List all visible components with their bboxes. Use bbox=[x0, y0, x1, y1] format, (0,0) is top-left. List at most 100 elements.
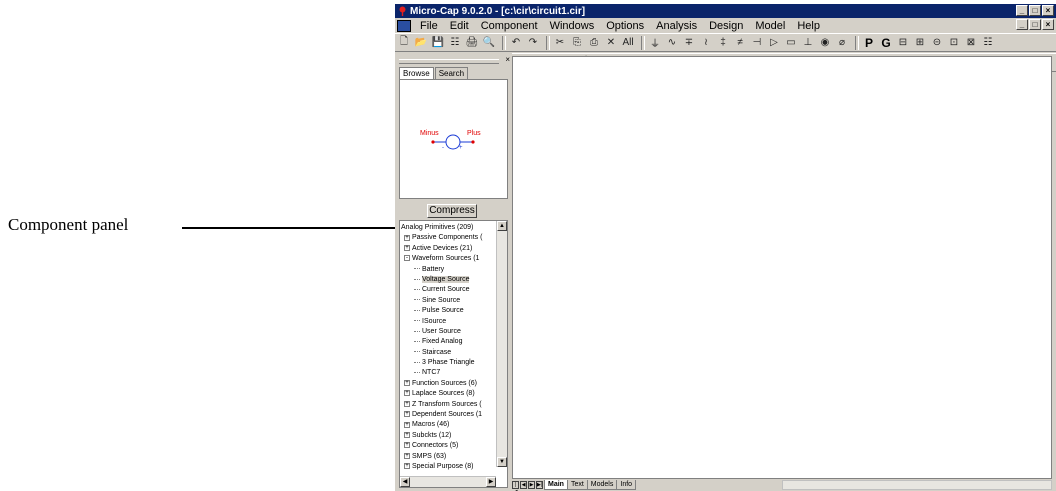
tree-item[interactable]: Staircase bbox=[400, 348, 495, 358]
canvas-horizontal-scrollbar[interactable] bbox=[782, 480, 1052, 490]
prev-sheet-button[interactable]: ◀ bbox=[520, 481, 527, 489]
sheet-tab-main[interactable]: Main bbox=[544, 480, 568, 490]
toolbar1-tool-icon[interactable]: 🗋 bbox=[397, 36, 411, 50]
toolbar1-tool-icon[interactable]: ☷ bbox=[448, 36, 462, 50]
menu-file[interactable]: File bbox=[414, 19, 444, 33]
tree-item[interactable]: Sine Source bbox=[400, 296, 495, 306]
tree-item[interactable]: - Waveform Sources (1 bbox=[400, 254, 495, 264]
doc-close-button[interactable]: × bbox=[1042, 19, 1054, 30]
minimize-button[interactable]: _ bbox=[1016, 5, 1028, 16]
toolbar1-tool-icon[interactable]: ⊞ bbox=[913, 36, 927, 50]
document-system-menu-icon[interactable] bbox=[397, 19, 411, 32]
expand-icon[interactable]: + bbox=[404, 390, 410, 397]
toolbar1-tool-icon[interactable]: ✂ bbox=[553, 36, 567, 50]
toolbar1-tool-icon[interactable]: ⌀ bbox=[835, 36, 849, 50]
toolbar1-tool-icon[interactable]: ⊡ bbox=[947, 36, 961, 50]
tree-vertical-scrollbar[interactable]: ▲ ▼ bbox=[496, 221, 507, 467]
tree-item[interactable]: Pulse Source bbox=[400, 306, 495, 316]
expand-icon[interactable]: + bbox=[404, 400, 410, 407]
probe-p-button[interactable]: P bbox=[862, 36, 876, 50]
maximize-button[interactable]: □ bbox=[1029, 5, 1041, 16]
expand-icon[interactable]: + bbox=[404, 442, 410, 449]
tree-item[interactable]: ISource bbox=[400, 317, 495, 327]
tree-item[interactable]: Current Source bbox=[400, 285, 495, 295]
expand-icon[interactable]: + bbox=[404, 431, 410, 438]
sheet-tab-info[interactable]: Info bbox=[616, 480, 637, 490]
toolbar1-tool-icon[interactable]: ▷ bbox=[767, 36, 781, 50]
tree-item[interactable]: Fixed Analog bbox=[400, 337, 495, 347]
toolbar1-tool-icon[interactable]: ∿ bbox=[665, 36, 679, 50]
expand-icon[interactable]: + bbox=[404, 421, 410, 428]
toolbar1-tool-icon[interactable]: ∓ bbox=[682, 36, 696, 50]
menu-analysis[interactable]: Analysis bbox=[650, 19, 703, 33]
menu-help[interactable]: Help bbox=[791, 19, 826, 33]
toolbar1-tool-icon[interactable]: ≀ bbox=[699, 36, 713, 50]
tree-item[interactable]: User Source bbox=[400, 327, 495, 337]
schematic-canvas[interactable] bbox=[512, 56, 1052, 479]
toolbar1-tool-icon[interactable]: ◉ bbox=[818, 36, 832, 50]
doc-minimize-button[interactable]: _ bbox=[1016, 19, 1028, 30]
toolbar1-tool-icon[interactable]: ✕ bbox=[604, 36, 618, 50]
expand-icon[interactable]: + bbox=[404, 234, 410, 241]
menu-options[interactable]: Options bbox=[600, 19, 650, 33]
toolbar1-tool-icon[interactable]: ▭ bbox=[784, 36, 798, 50]
tree-horizontal-scrollbar[interactable]: ◀ ▶ bbox=[400, 476, 496, 487]
menu-design[interactable]: Design bbox=[703, 19, 749, 33]
toolbar1-tool-icon[interactable]: 📂 bbox=[414, 36, 428, 50]
probe-g-button[interactable]: G bbox=[879, 36, 893, 50]
toolbar1-tool-icon[interactable]: ⊠ bbox=[964, 36, 978, 50]
toolbar1-tool-icon[interactable]: ↷ bbox=[526, 36, 540, 50]
tree-item[interactable]: + Function Sources (6) bbox=[400, 379, 495, 389]
tree-item[interactable]: Battery bbox=[400, 265, 495, 275]
toolbar1-tool-icon[interactable]: All bbox=[621, 36, 635, 50]
toolbar1-tool-icon[interactable]: ⊟ bbox=[896, 36, 910, 50]
tree-item[interactable]: + Active Devices (21) bbox=[400, 244, 495, 254]
last-sheet-button[interactable]: ▶| bbox=[536, 481, 543, 489]
toolbar1-tool-icon[interactable]: ⊣ bbox=[750, 36, 764, 50]
scroll-left-arrow[interactable]: ◀ bbox=[400, 477, 410, 487]
menu-edit[interactable]: Edit bbox=[444, 19, 475, 33]
toolbar1-tool-icon[interactable]: ⎘ bbox=[570, 36, 584, 50]
next-sheet-button[interactable]: ▶ bbox=[528, 481, 535, 489]
toolbar1-tool-icon[interactable]: 🖨 bbox=[465, 36, 479, 50]
scroll-up-arrow[interactable]: ▲ bbox=[497, 221, 507, 231]
sheet-tab-text[interactable]: Text bbox=[566, 480, 588, 490]
tree-item[interactable]: + Connectors (5) bbox=[400, 441, 495, 451]
close-button[interactable]: × bbox=[1042, 5, 1054, 16]
toolbar1-tool-icon[interactable]: ≠ bbox=[733, 36, 747, 50]
toolbar1-tool-icon[interactable]: 💾 bbox=[431, 36, 445, 50]
panel-grip[interactable] bbox=[399, 59, 499, 64]
toolbar1-tool-icon[interactable]: ⎙ bbox=[587, 36, 601, 50]
collapse-icon[interactable]: - bbox=[404, 255, 410, 262]
tree-item[interactable]: + Z Transform Sources ( bbox=[400, 400, 495, 410]
menu-windows[interactable]: Windows bbox=[544, 19, 601, 33]
toolbar1-tool-icon[interactable]: ⊥ bbox=[801, 36, 815, 50]
tree-item[interactable]: + Dependent Sources (1 bbox=[400, 410, 495, 420]
toolbar1-tool-icon[interactable]: 🔍 bbox=[482, 36, 496, 50]
scroll-right-arrow[interactable]: ▶ bbox=[486, 477, 496, 487]
expand-icon[interactable]: + bbox=[404, 411, 410, 418]
menu-component[interactable]: Component bbox=[475, 19, 544, 33]
tree-item[interactable]: 3 Phase Triangle bbox=[400, 358, 495, 368]
tree-item[interactable]: + SMPS (63) bbox=[400, 452, 495, 462]
scroll-down-arrow[interactable]: ▼ bbox=[497, 457, 507, 467]
expand-icon[interactable]: + bbox=[404, 452, 410, 459]
toolbar1-tool-icon[interactable]: ⏚ bbox=[648, 36, 662, 50]
tree-item[interactable]: Voltage Source bbox=[400, 275, 495, 285]
first-sheet-button[interactable]: |◀ bbox=[512, 481, 519, 491]
expand-icon[interactable]: + bbox=[404, 463, 410, 470]
toolbar1-tool-icon[interactable]: ⊝ bbox=[930, 36, 944, 50]
expand-icon[interactable]: + bbox=[404, 244, 410, 251]
sheet-tab-models[interactable]: Models bbox=[586, 480, 618, 490]
tree-item[interactable]: Analog Primitives (209) bbox=[400, 223, 495, 233]
menu-model[interactable]: Model bbox=[749, 19, 791, 33]
toolbar1-tool-icon[interactable]: ↶ bbox=[509, 36, 523, 50]
tree-item[interactable]: + Laplace Sources (8) bbox=[400, 389, 495, 399]
expand-icon[interactable]: + bbox=[404, 380, 410, 387]
panel-close-icon[interactable]: × bbox=[505, 56, 510, 64]
compress-button[interactable]: Compress bbox=[427, 204, 477, 218]
tree-item[interactable]: + Subckts (12) bbox=[400, 431, 495, 441]
doc-restore-button[interactable]: □ bbox=[1029, 19, 1041, 30]
tree-item[interactable]: NTC7 bbox=[400, 368, 495, 378]
tree-item[interactable]: + Passive Components ( bbox=[400, 233, 495, 243]
